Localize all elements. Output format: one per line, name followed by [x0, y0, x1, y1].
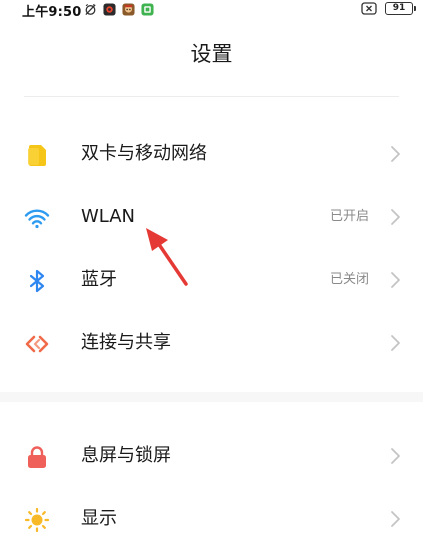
settings-item-label: 息屏与锁屏: [81, 445, 171, 466]
settings-item-status: 已开启: [329, 209, 369, 224]
brightness-icon: [24, 507, 50, 533]
settings-item-label: WLAN: [81, 206, 136, 227]
title-divider: [24, 96, 399, 97]
chevron-right-icon: [391, 448, 400, 464]
settings-item-lock-screen[interactable]: 息屏与锁屏: [0, 432, 423, 480]
settings-item-label: 蓝牙: [81, 269, 117, 290]
settings-item-label: 显示: [81, 508, 117, 529]
bluetooth-icon: [29, 269, 45, 293]
chevron-right-icon: [391, 146, 400, 162]
notification-icons: [84, 2, 154, 16]
game-notification-icon: [122, 2, 135, 16]
wifi-icon: [24, 209, 50, 229]
settings-item-wlan[interactable]: WLAN 已开启: [0, 193, 423, 241]
chevron-right-icon: [391, 209, 400, 225]
battery-level: 91: [392, 3, 406, 13]
settings-item-connection-sharing[interactable]: 连接与共享: [0, 319, 423, 367]
sim-blocked-icon: [361, 2, 377, 15]
alarm-off-icon: [85, 3, 96, 15]
battery-indicator: 91: [385, 2, 416, 15]
settings-item-label: 连接与共享: [81, 332, 171, 353]
lock-icon: [28, 446, 46, 468]
status-bar: 上午9:50 91: [0, 0, 423, 20]
connection-sharing-icon: [25, 335, 49, 353]
chevron-right-icon: [391, 272, 400, 288]
app-notification-icon: [103, 2, 116, 16]
settings-item-bluetooth[interactable]: 蓝牙 已关闭: [0, 256, 423, 304]
chevron-right-icon: [391, 511, 400, 527]
group-divider: [0, 392, 423, 402]
status-time: 上午9:50: [22, 5, 82, 20]
page-title: 设置: [190, 42, 233, 66]
message-notification-icon: [141, 2, 154, 16]
settings-item-status: 已关闭: [329, 272, 369, 287]
settings-item-display[interactable]: 显示: [0, 495, 423, 543]
settings-item-sim-network[interactable]: 双卡与移动网络: [0, 130, 423, 178]
settings-item-label: 双卡与移动网络: [81, 143, 207, 164]
sim-card-icon: [28, 145, 46, 166]
system-status-icons: 91: [361, 2, 416, 15]
chevron-right-icon: [391, 335, 400, 351]
